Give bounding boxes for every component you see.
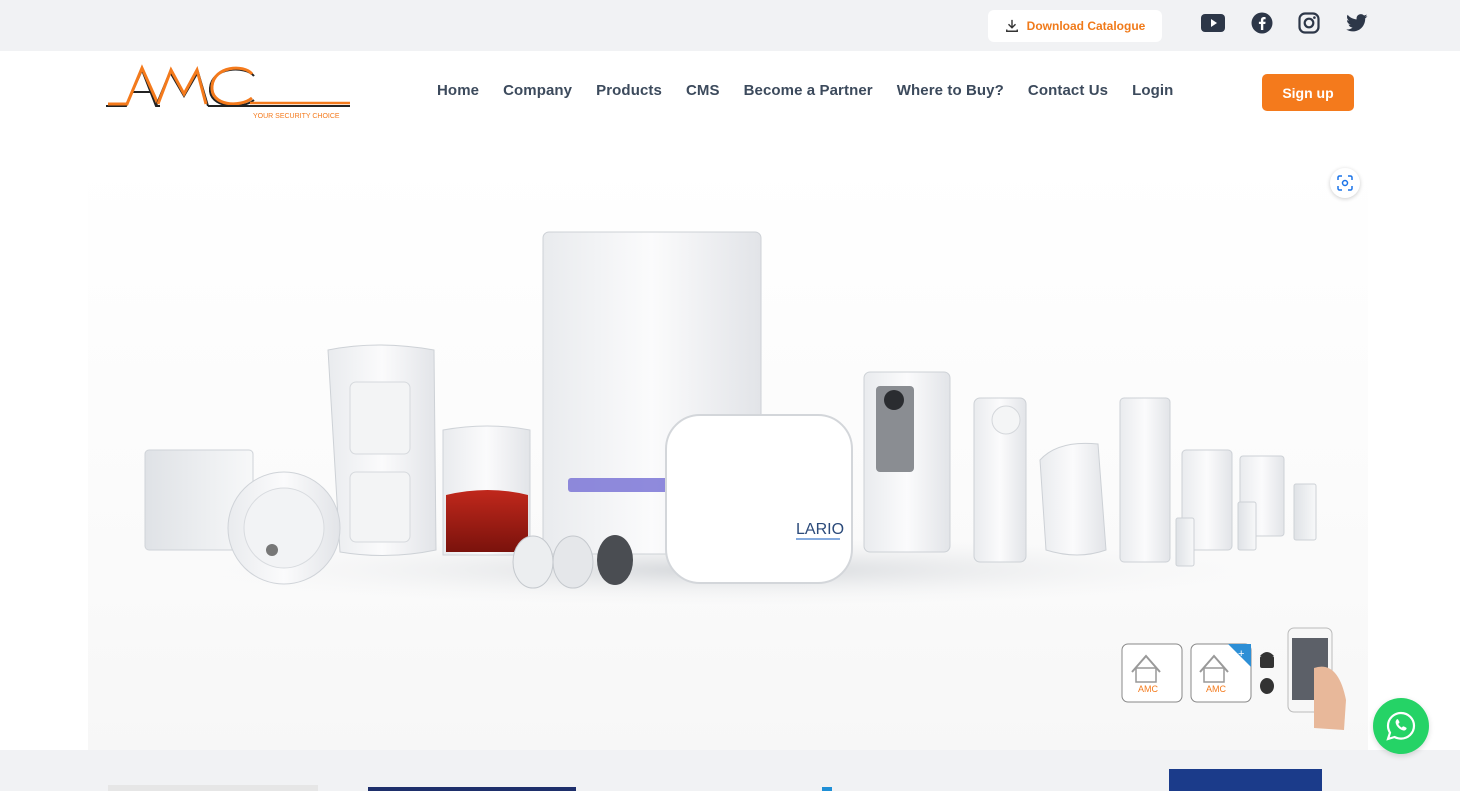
download-catalogue-button[interactable]: Download Catalogue	[988, 10, 1162, 42]
nav-cms[interactable]: CMS	[686, 82, 720, 99]
download-catalogue-label: Download Catalogue	[1026, 19, 1146, 33]
android-icon	[1260, 652, 1274, 668]
logo-tagline: YOUR SECURITY CHOICE	[253, 113, 340, 120]
amc-logo[interactable]: YOUR SECURITY CHOICE	[104, 62, 352, 122]
top-bar: Download Catalogue	[0, 0, 1460, 51]
nav-contact-us[interactable]: Contact Us	[1028, 82, 1108, 99]
partner-logo	[108, 785, 318, 791]
product-lineup-image: LARIO AMC + AMC	[118, 231, 1346, 730]
app-plus-badge-label: AMC	[1206, 684, 1227, 694]
whatsapp-button[interactable]	[1373, 698, 1429, 754]
twitter-icon[interactable]	[1345, 11, 1369, 35]
nav-where-to-buy[interactable]: Where to Buy?	[897, 82, 1004, 99]
partner-logo	[822, 787, 832, 791]
hero-banner: LARIO AMC + AMC	[88, 160, 1368, 750]
amc-plus-app-badge[interactable]: + AMC	[1190, 643, 1252, 703]
scan-icon	[1337, 175, 1353, 191]
lario-brand-text: LARIO	[796, 521, 844, 538]
whatsapp-icon	[1386, 711, 1416, 741]
partner-logo	[368, 787, 576, 791]
instagram-icon[interactable]	[1297, 11, 1321, 35]
svg-text:+: +	[1238, 648, 1244, 660]
nav-become-partner[interactable]: Become a Partner	[744, 82, 873, 99]
youtube-icon[interactable]	[1201, 11, 1225, 35]
nav-products[interactable]: Products	[596, 82, 662, 99]
nav-login[interactable]: Login	[1132, 82, 1173, 99]
visual-search-button[interactable]	[1330, 168, 1360, 198]
facebook-icon[interactable]	[1250, 11, 1274, 35]
download-icon	[1005, 19, 1018, 32]
app-badge-label: AMC	[1138, 684, 1159, 694]
phone-mockup	[1287, 627, 1346, 730]
partner-logo	[1169, 769, 1322, 791]
main-nav: Home Company Products CMS Become a Partn…	[437, 82, 1197, 99]
nav-home[interactable]: Home	[437, 82, 479, 99]
sign-up-button[interactable]: Sign up	[1262, 74, 1354, 111]
apple-icon	[1260, 678, 1274, 694]
nav-company[interactable]: Company	[503, 82, 572, 99]
amc-app-badge[interactable]: AMC	[1121, 643, 1183, 703]
partners-strip	[0, 750, 1460, 791]
